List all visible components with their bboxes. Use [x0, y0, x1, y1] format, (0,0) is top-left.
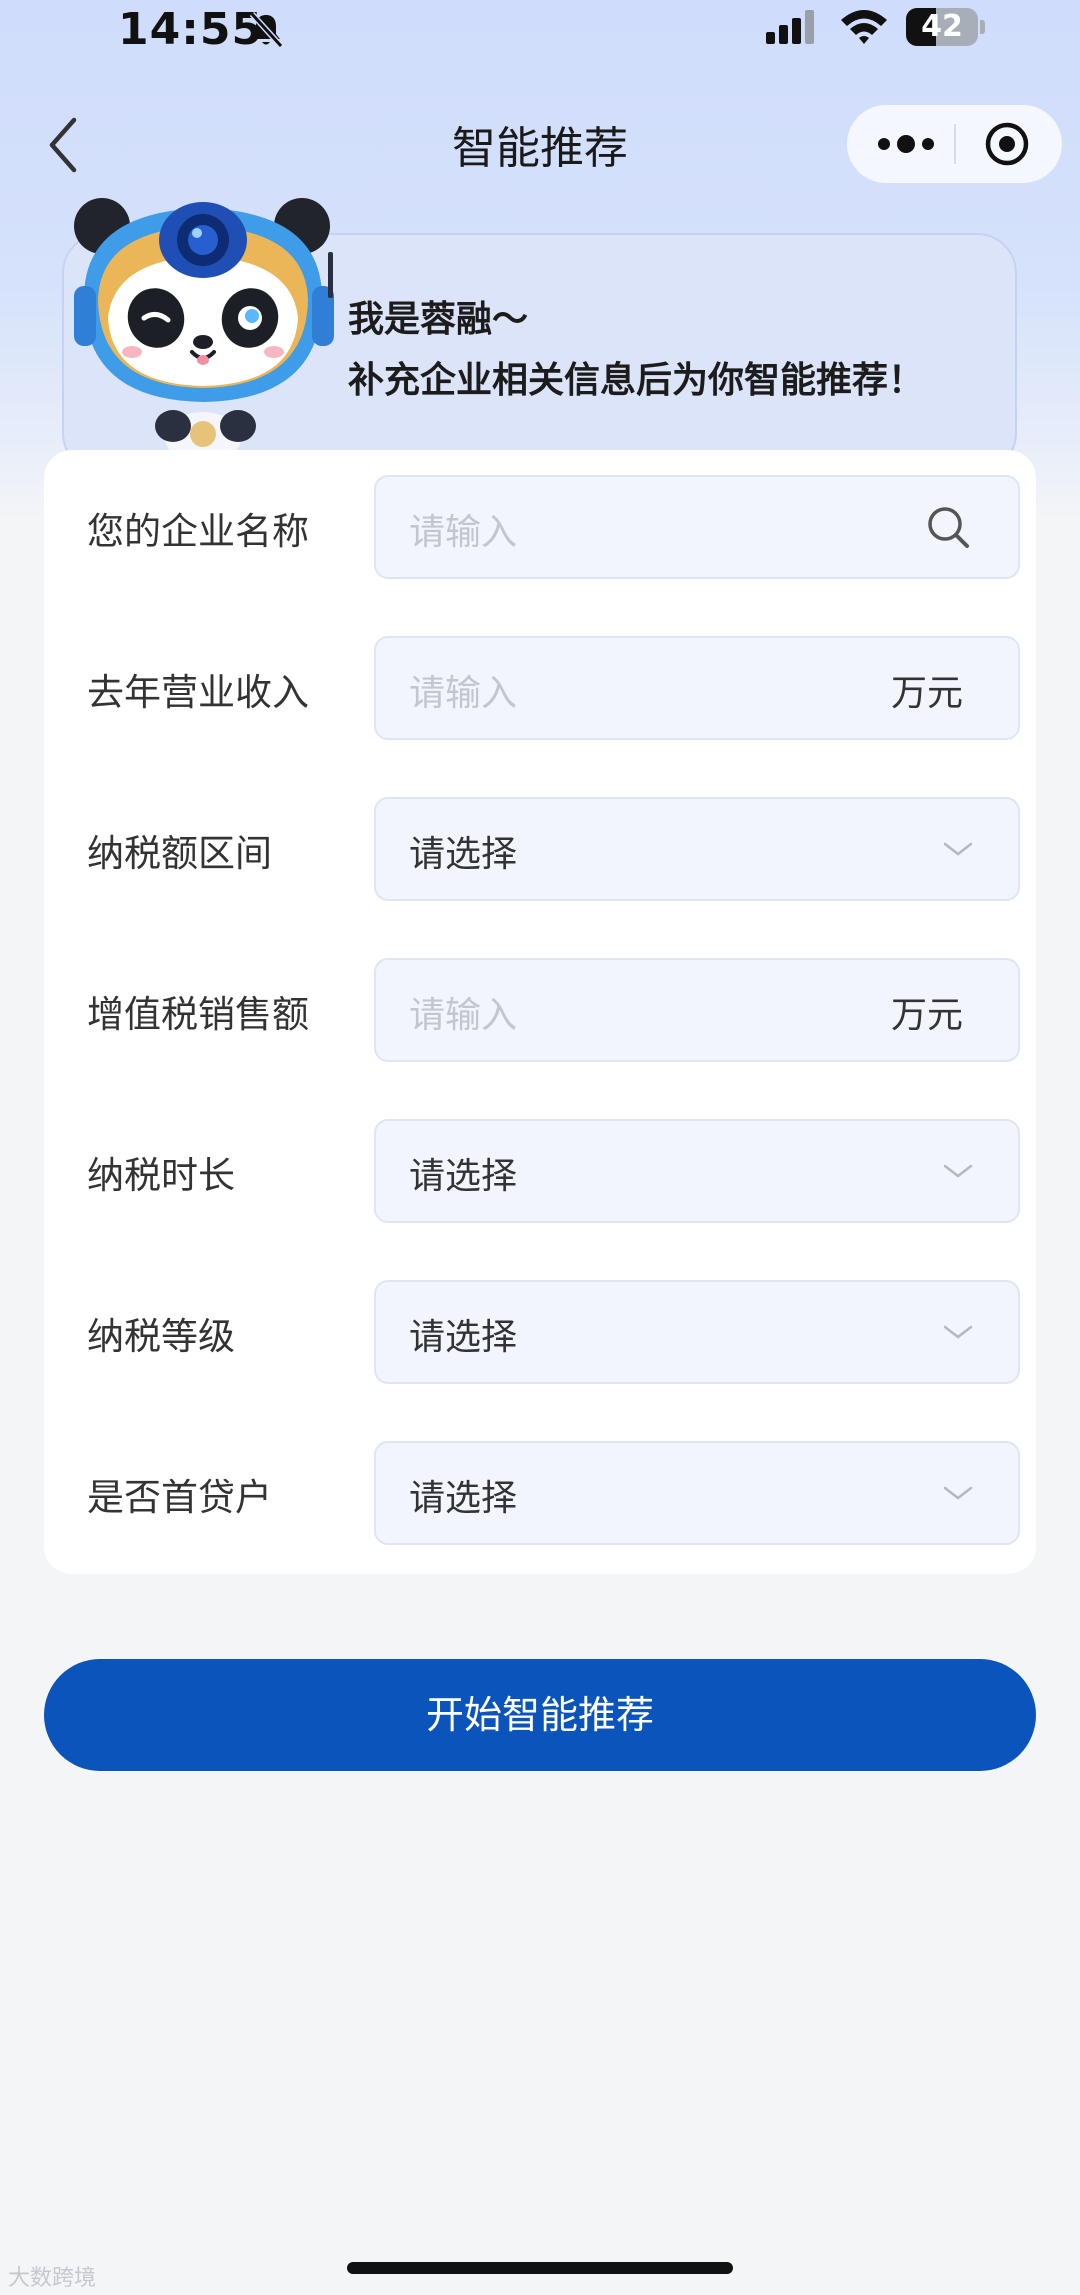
vat-sales-unit: 万元 — [890, 995, 963, 1036]
first-loan-select[interactable]: 请选择 — [374, 1441, 1020, 1545]
form-row-tax-duration: 纳税时长 请选择 — [44, 1119, 1036, 1224]
tax-amount-range-select[interactable]: 请选择 — [374, 797, 1020, 901]
chevron-down-icon — [943, 1486, 973, 1500]
mini-program-capsule — [847, 105, 1062, 183]
more-dots-icon[interactable] — [875, 125, 937, 163]
form-row-tax-grade: 纳税等级 请选择 — [44, 1280, 1036, 1385]
tax-duration-select[interactable]: 请选择 — [374, 1119, 1020, 1223]
field-label: 增值税销售额 — [87, 993, 309, 1036]
field-label: 您的企业名称 — [87, 510, 309, 553]
panda-robot-mascot — [74, 198, 334, 450]
first-loan-value: 请选择 — [409, 1478, 518, 1519]
chevron-down-icon — [943, 1164, 973, 1178]
status-time: 14:55 — [118, 4, 264, 55]
form-row-company-name: 您的企业名称 请输入 — [44, 475, 1036, 580]
field-label: 纳税时长 — [87, 1154, 235, 1197]
tax-grade-select[interactable]: 请选择 — [374, 1280, 1020, 1384]
battery-icon: 42 — [906, 8, 986, 46]
revenue-placeholder: 请输入 — [409, 673, 518, 714]
bell-muted-icon — [249, 11, 284, 49]
tax-duration-value: 请选择 — [409, 1156, 518, 1197]
field-label: 纳税额区间 — [87, 832, 272, 875]
start-recommendation-button[interactable]: 开始智能推荐 — [44, 1659, 1036, 1771]
field-label: 纳税等级 — [87, 1315, 235, 1358]
wifi-icon — [841, 10, 887, 44]
home-indicator — [347, 2262, 733, 2274]
cellular-signal-icon — [766, 10, 814, 44]
revenue-unit: 万元 — [890, 673, 963, 714]
last-year-revenue-input[interactable]: 请输入 万元 — [374, 636, 1020, 740]
form-row-first-loan: 是否首贷户 请选择 — [44, 1441, 1036, 1546]
field-label: 是否首贷户 — [87, 1476, 272, 1519]
capsule-divider — [954, 124, 956, 164]
chevron-down-icon — [943, 842, 973, 856]
company-name-placeholder: 请输入 — [409, 512, 518, 553]
greeting-subtitle: 补充企业相关信息后为你智能推荐！ — [348, 360, 925, 401]
form-card: 您的企业名称 请输入 去年营业收入 请输入 万元 纳税额区间 请选择 增值税销售… — [44, 450, 1036, 1574]
vat-sales-placeholder: 请输入 — [409, 995, 518, 1036]
watermark: 大数跨境 — [8, 2266, 97, 2291]
chevron-down-icon — [943, 1325, 973, 1339]
status-bar: 14:55 42 — [0, 0, 1080, 60]
target-circle-icon[interactable] — [984, 121, 1030, 167]
battery-level: 42 — [921, 9, 963, 44]
vat-sales-input[interactable]: 请输入 万元 — [374, 958, 1020, 1062]
company-name-search-input[interactable]: 请输入 — [374, 475, 1020, 579]
search-icon[interactable] — [922, 501, 976, 555]
greeting-title: 我是蓉融～ — [348, 299, 529, 340]
form-row-last-year-revenue: 去年营业收入 请输入 万元 — [44, 636, 1036, 741]
tax-grade-value: 请选择 — [409, 1317, 518, 1358]
tax-range-value: 请选择 — [409, 834, 518, 875]
form-row-tax-amount-range: 纳税额区间 请选择 — [44, 797, 1036, 902]
field-label: 去年营业收入 — [87, 671, 309, 714]
form-row-vat-sales: 增值税销售额 请输入 万元 — [44, 958, 1036, 1063]
